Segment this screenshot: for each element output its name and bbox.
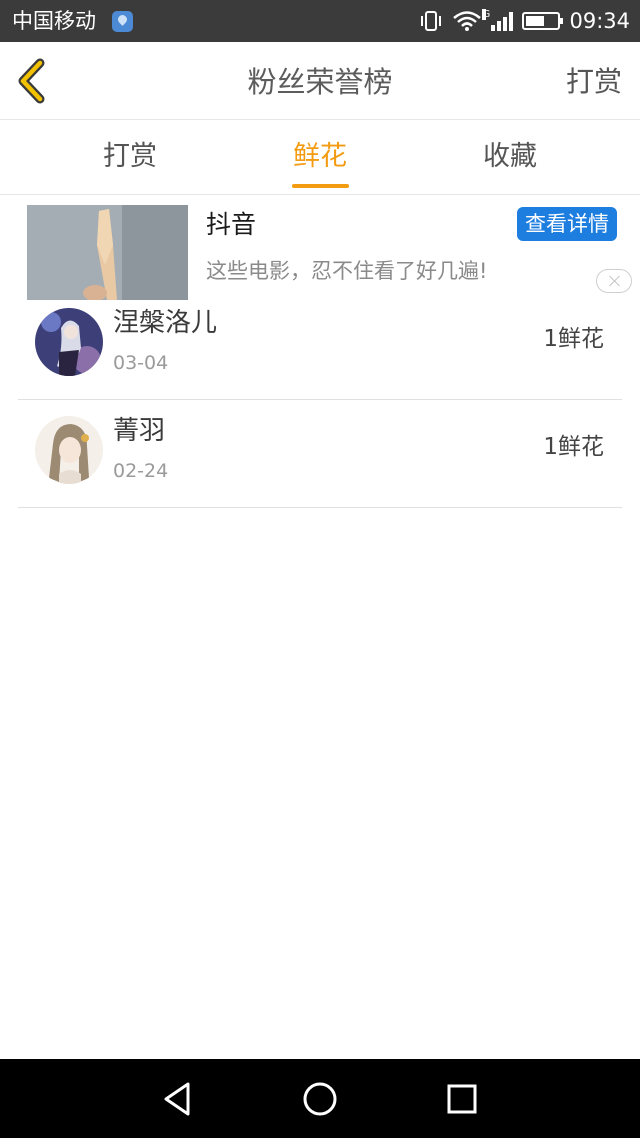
avatar[interactable] xyxy=(35,416,103,484)
status-icons: G 09:34 xyxy=(419,0,630,42)
close-icon[interactable] xyxy=(596,269,632,293)
gift-date: 03-04 xyxy=(113,352,169,374)
view-details-button[interactable]: 查看详情 xyxy=(517,207,617,241)
nav-recents-button[interactable] xyxy=(442,1079,482,1119)
status-bar: 中国移动 G 09:34 xyxy=(0,0,640,42)
home-circle-icon xyxy=(303,1082,337,1116)
system-nav-bar xyxy=(0,1059,640,1138)
vibrate-icon xyxy=(421,11,442,31)
flower-count: 1鲜花 xyxy=(543,326,604,352)
network-type: G xyxy=(482,9,491,20)
flower-count: 1鲜花 xyxy=(543,434,604,460)
reward-button[interactable]: 打赏 xyxy=(566,64,622,100)
title-bar: 粉丝荣誉榜 打赏 xyxy=(0,42,640,120)
recents-square-icon xyxy=(447,1084,477,1114)
back-triangle-icon xyxy=(164,1082,190,1116)
avatar[interactable] xyxy=(35,308,103,376)
page-title: 粉丝荣誉榜 xyxy=(247,65,393,99)
user-name: 菁羽 xyxy=(113,416,166,446)
back-button[interactable] xyxy=(10,56,60,106)
battery-icon xyxy=(522,12,564,30)
location-icon xyxy=(112,11,133,32)
tab-favorites[interactable]: 收藏 xyxy=(450,139,570,175)
user-name: 涅槃洛儿 xyxy=(113,308,218,338)
tab-reward[interactable]: 打赏 xyxy=(70,139,190,175)
list-item[interactable]: 菁羽 02-24 1鲜花 xyxy=(18,400,622,508)
list-item[interactable]: 涅槃洛儿 03-04 1鲜花 xyxy=(18,292,622,400)
gift-date: 02-24 xyxy=(113,460,169,482)
nav-home-button[interactable] xyxy=(300,1079,340,1119)
chevron-left-icon xyxy=(18,58,45,104)
ad-thumbnail[interactable] xyxy=(27,205,188,300)
clock: 09:34 xyxy=(569,9,630,33)
ad-banner[interactable]: 抖音 这些电影，忍不住看了好几遍! 查看详情 xyxy=(0,196,640,304)
signal-icon: G xyxy=(482,9,514,31)
active-tab-indicator xyxy=(292,184,349,188)
wifi-icon xyxy=(453,11,482,31)
nav-back-button[interactable] xyxy=(158,1079,198,1119)
carrier-name: 中国移动 xyxy=(12,9,96,33)
ad-title: 抖音 xyxy=(206,210,257,239)
ad-description: 这些电影，忍不住看了好几遍! xyxy=(206,259,488,283)
tab-flowers[interactable]: 鲜花 xyxy=(260,139,380,175)
